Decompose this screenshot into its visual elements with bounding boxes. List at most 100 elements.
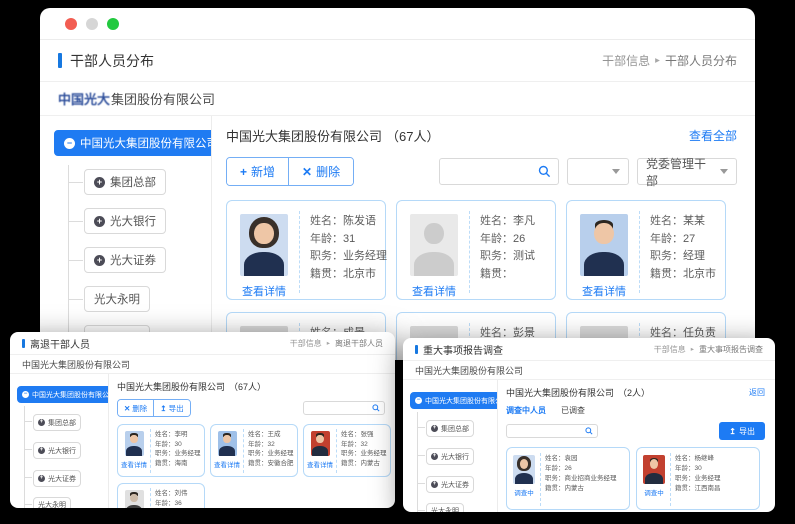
search-input[interactable] (511, 428, 585, 435)
person-card: 调查中 姓名：杨继峰 年龄：30 职务：业务经理 籍贯：江西南昌 (636, 447, 760, 510)
person-photo (125, 431, 144, 456)
tab-under-investigation[interactable]: 调查中人员 (506, 405, 546, 416)
search-icon[interactable] (585, 427, 593, 435)
expand-icon[interactable]: + (38, 419, 45, 426)
search-input[interactable] (447, 165, 538, 179)
content-title: 中国光大集团股份有限公司（2人） (506, 386, 650, 399)
status-link[interactable]: 调查中 (644, 487, 664, 497)
page-header: 重大事项报告调查 干部信息 ▸ 重大事项报告调查 (403, 338, 775, 361)
person-card: 查看详情 姓名：李凡 年龄：26 职务：测试 籍贯： (396, 200, 556, 300)
person-photo (643, 455, 665, 484)
view-detail-link[interactable]: 查看详情 (307, 459, 333, 469)
tree-root-node[interactable]: − 中国光大集团股份有限公司 (410, 392, 498, 409)
search-input[interactable] (308, 405, 372, 412)
chevron-down-icon (612, 169, 620, 174)
toolbar: ✕ 删除 ↥ 导出 (117, 399, 385, 417)
tree-root-label: 中国光大集团股份有限公司 (80, 135, 212, 151)
category-select[interactable] (567, 158, 629, 185)
status-tabs: 调查中人员 已调查 (506, 405, 765, 416)
content-title: 中国光大集团股份有限公司（67人） (226, 126, 439, 145)
tree-node-securities[interactable]: +光大证券 (33, 470, 81, 487)
tree-node-securities[interactable]: + 光大证券 (84, 247, 166, 273)
search-box (303, 401, 385, 415)
company-banner: 中国光大集团股份有限公司 (10, 355, 395, 374)
person-photo (580, 214, 628, 276)
cadre-type-select[interactable]: 党委管理干部 (637, 158, 737, 185)
tree-root-node[interactable]: − 中国光大集团股份有限公司 (54, 130, 212, 156)
add-button[interactable]: + 新增 (227, 158, 288, 185)
expand-icon[interactable]: + (431, 481, 438, 488)
tree-node-group-hq[interactable]: +集团总部 (426, 420, 474, 437)
page-title: 重大事项报告调查 (423, 342, 503, 357)
view-detail-link[interactable]: 查看详情 (121, 459, 147, 469)
desktop-background: 干部人员分布 干部信息 ▸ 干部人员分布 中国光大 集团股份有限公司 − 中国光… (0, 0, 795, 524)
tree-node-bank[interactable]: +光大银行 (426, 448, 474, 465)
close-window-icon[interactable] (65, 18, 77, 30)
back-link[interactable]: 返回 (749, 387, 765, 398)
expand-icon[interactable]: + (94, 255, 105, 266)
search-icon[interactable] (372, 404, 380, 412)
expand-icon[interactable]: + (38, 447, 45, 454)
person-photo (513, 455, 535, 484)
tree-node-group-hq[interactable]: +集团总部 (33, 414, 81, 431)
breadcrumb: 干部信息 ▸ 重大事项报告调查 (654, 344, 763, 355)
expand-icon[interactable]: + (431, 453, 438, 460)
expand-icon[interactable]: + (431, 425, 438, 432)
maximize-window-icon[interactable] (107, 18, 119, 30)
breadcrumb: 干部信息 ▸ 离退干部人员 (290, 338, 383, 349)
person-card: 查看详情 姓名：刘伟 年龄：36 职务：业务经理 籍贯：上海 (117, 483, 205, 508)
expand-icon[interactable]: + (38, 475, 45, 482)
person-card-grid: 查看详情 姓名：李明 年龄：30 职务：业务经理 籍贯：海南 (117, 424, 385, 508)
content-panel: 中国光大集团股份有限公司（67人） ✕ 删除 ↥ 导出 (109, 374, 395, 508)
person-photo (125, 490, 144, 508)
export-button[interactable]: ↥ 导出 (719, 422, 765, 440)
expand-icon[interactable]: + (94, 177, 105, 188)
person-card: 调查中 姓名：袁园 年龄：26 职务：商业招商业务经理 籍贯：内蒙古 (506, 447, 630, 510)
chevron-down-icon (720, 169, 728, 174)
export-button[interactable]: ↥ 导出 (153, 400, 189, 416)
breadcrumb-parent[interactable]: 干部信息 (654, 344, 686, 355)
delete-button[interactable]: ✕ 删除 (118, 400, 153, 416)
company-banner: 中国光大集团股份有限公司 (403, 361, 775, 380)
x-icon: ✕ (302, 165, 312, 179)
person-card-grid: 调查中 姓名：袁园 年龄：26 职务：商业招商业务经理 籍贯：内蒙古 (506, 447, 765, 510)
title-accent-bar (22, 339, 25, 348)
minimize-window-icon[interactable] (86, 18, 98, 30)
tree-node-yongming[interactable]: 光大永明 (33, 497, 71, 509)
breadcrumb-parent[interactable]: 干部信息 (290, 338, 322, 349)
tree-node-yongming[interactable]: 光大永明 (84, 286, 150, 312)
search-icon[interactable] (538, 165, 551, 178)
delete-button[interactable]: ✕ 删除 (288, 158, 353, 185)
view-detail-link[interactable]: 查看详情 (582, 283, 626, 299)
tree-node-group-hq[interactable]: + 集团总部 (84, 169, 166, 195)
breadcrumb-current: 离退干部人员 (335, 338, 383, 349)
view-all-link[interactable]: 查看全部 (689, 127, 737, 144)
content-panel: 中国光大集团股份有限公司（67人） 查看全部 + 新增 ✕ 删除 (212, 116, 755, 360)
status-link[interactable]: 调查中 (514, 487, 534, 497)
collapse-icon[interactable]: − (64, 138, 75, 149)
view-detail-link[interactable]: 查看详情 (412, 283, 456, 299)
expand-icon[interactable]: + (94, 216, 105, 227)
view-detail-link[interactable]: 查看详情 (242, 283, 286, 299)
breadcrumb-parent[interactable]: 干部信息 (602, 52, 650, 69)
tree-node-bank[interactable]: + 光大银行 (84, 208, 166, 234)
collapse-icon[interactable]: − (415, 397, 422, 404)
search-box (439, 158, 559, 185)
window-retired-cadres: 离退干部人员 干部信息 ▸ 离退干部人员 中国光大集团股份有限公司 − 中国光大… (10, 332, 395, 508)
collapse-icon[interactable]: − (22, 391, 29, 398)
window-cadre-distribution: 干部人员分布 干部信息 ▸ 干部人员分布 中国光大 集团股份有限公司 − 中国光… (40, 8, 755, 360)
tree-node-yongming[interactable]: 光大永明 (426, 503, 464, 513)
tree-node-securities[interactable]: +光大证券 (426, 476, 474, 493)
breadcrumb-current: 重大事项报告调查 (699, 344, 763, 355)
person-card: 查看详情 姓名：李明 年龄：30 职务：业务经理 籍贯：海南 (117, 424, 205, 477)
titlebar (40, 8, 755, 40)
tree-node-bank[interactable]: +光大银行 (33, 442, 81, 459)
person-card: 查看详情 姓名：陈发语 年龄：31 职务：业务经理 籍贯：北京市 (226, 200, 386, 300)
tab-investigated[interactable]: 已调查 (561, 405, 585, 416)
company-banner-text: 集团股份有限公司 (111, 89, 215, 108)
plus-icon: + (240, 165, 247, 179)
tree-root-node[interactable]: − 中国光大集团股份有限公司 (17, 386, 109, 403)
title-accent-bar (58, 53, 62, 68)
view-detail-link[interactable]: 查看详情 (214, 459, 240, 469)
content-panel: 中国光大集团股份有限公司（2人） 返回 调查中人员 已调查 (498, 380, 775, 512)
